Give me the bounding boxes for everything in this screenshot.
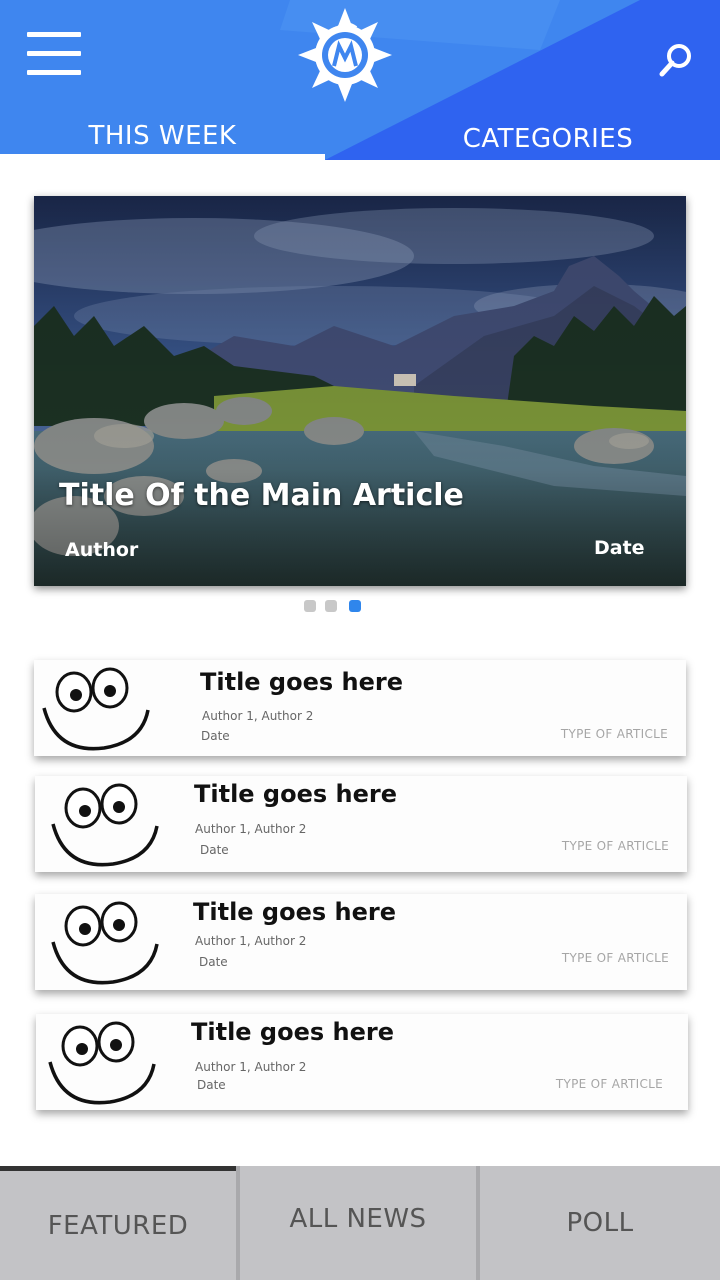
article-date: Date bbox=[197, 1078, 226, 1092]
article-type: TYPE OF ARTICLE bbox=[555, 1077, 663, 1091]
article-card[interactable]: Title goes here Author 1, Author 2 Date … bbox=[35, 894, 687, 990]
main-article-hero[interactable]: Title Of the Main Article Author Date bbox=[34, 196, 686, 586]
app-header: THIS WEEK CATEGORIES bbox=[0, 0, 720, 160]
tab-this-week[interactable]: THIS WEEK bbox=[0, 108, 325, 160]
article-card[interactable]: Title goes here Author 1, Author 2 Date … bbox=[36, 1014, 688, 1110]
carousel-dot-2[interactable] bbox=[325, 600, 337, 612]
nav-tab-poll[interactable]: POLL bbox=[480, 1166, 720, 1280]
hero-title: Title Of the Main Article bbox=[59, 478, 464, 513]
article-authors: Author 1, Author 2 bbox=[195, 1060, 307, 1074]
article-title: Title goes here bbox=[191, 1018, 394, 1046]
nav-tab-featured[interactable]: FEATURED bbox=[0, 1166, 236, 1280]
sun-logo-icon[interactable] bbox=[296, 6, 394, 104]
hamburger-menu-icon[interactable] bbox=[27, 32, 81, 76]
article-title: Title goes here bbox=[194, 780, 397, 808]
search-icon[interactable] bbox=[656, 40, 696, 80]
article-date: Date bbox=[199, 955, 228, 969]
article-authors: Author 1, Author 2 bbox=[195, 822, 307, 836]
smiley-thumbnail-icon bbox=[48, 1021, 156, 1105]
article-type: TYPE OF ARTICLE bbox=[560, 727, 668, 741]
hero-landscape-image bbox=[34, 196, 686, 586]
article-card[interactable]: Title goes here Author 1, Author 2 Date … bbox=[34, 660, 686, 756]
hero-author: Author bbox=[65, 539, 139, 561]
article-date: Date bbox=[200, 843, 229, 857]
nav-tab-all-news[interactable]: ALL NEWS bbox=[240, 1166, 476, 1280]
article-title: Title goes here bbox=[193, 898, 396, 926]
smiley-thumbnail-icon bbox=[42, 667, 150, 751]
article-authors: Author 1, Author 2 bbox=[195, 934, 307, 948]
active-tab-indicator bbox=[0, 154, 325, 160]
article-title: Title goes here bbox=[200, 668, 403, 696]
article-date: Date bbox=[201, 729, 230, 743]
smiley-thumbnail-icon bbox=[51, 783, 159, 867]
article-type: TYPE OF ARTICLE bbox=[561, 951, 669, 965]
carousel-dot-1[interactable] bbox=[304, 600, 316, 612]
article-card[interactable]: Title goes here Author 1, Author 2 Date … bbox=[35, 776, 687, 872]
article-type: TYPE OF ARTICLE bbox=[561, 839, 669, 853]
article-authors: Author 1, Author 2 bbox=[202, 709, 314, 723]
bottom-navigation: FEATURED ALL NEWS POLL bbox=[0, 1166, 720, 1280]
carousel-dot-3[interactable] bbox=[349, 600, 361, 612]
tab-categories[interactable]: CATEGORIES bbox=[380, 108, 716, 160]
smiley-thumbnail-icon bbox=[51, 901, 159, 985]
hero-date: Date bbox=[594, 537, 645, 559]
